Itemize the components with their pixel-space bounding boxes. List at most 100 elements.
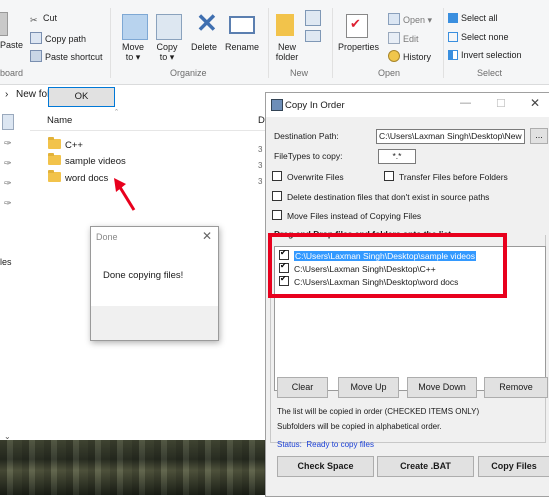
date-cells: 333 (258, 145, 263, 186)
destination-label: Destination Path: (274, 131, 339, 141)
open-group-label: Open (378, 68, 401, 78)
close-icon[interactable]: ✕ (202, 229, 212, 243)
paste-shortcut-icon (30, 50, 42, 62)
select-none-icon (448, 32, 458, 42)
copy-files-button[interactable]: Copy Files (478, 456, 549, 477)
close-icon[interactable]: ✕ (530, 96, 540, 110)
pin-icon: ✑ (4, 178, 12, 188)
delete-button[interactable]: Delete (191, 42, 217, 52)
copy-path-icon (30, 32, 42, 44)
name-column-header[interactable]: Name (47, 115, 72, 126)
invert-selection-button[interactable]: Invert selection (448, 50, 522, 60)
pin-icon: ✑ (4, 198, 12, 208)
maximize-icon[interactable]: ☐ (496, 97, 506, 110)
checkbox-icon (384, 171, 394, 181)
done-dialog: Done ✕ Done copying files! (90, 226, 219, 341)
rename-button[interactable]: Rename (225, 42, 259, 52)
new-folder-icon (276, 14, 294, 36)
history-icon (388, 50, 400, 62)
browse-button[interactable]: ... (530, 128, 548, 144)
dialog-title: Done (96, 232, 118, 242)
remove-button[interactable]: Remove (484, 377, 548, 398)
checkbox-icon (272, 210, 282, 220)
paste-shortcut-button[interactable]: Paste shortcut (30, 50, 103, 62)
new-folder-button[interactable]: New folder (274, 42, 300, 62)
copy-path-button[interactable]: Copy path (30, 32, 86, 44)
minimize-icon[interactable]: — (460, 97, 471, 109)
status-text: Status: Ready to copy files (277, 440, 374, 449)
edit-icon (388, 32, 400, 44)
rename-icon (229, 16, 255, 34)
edit-button[interactable]: Edit (388, 32, 419, 44)
overwrite-checkbox[interactable]: Overwrite Files (272, 171, 344, 182)
open-button[interactable]: Open ▾ (388, 13, 432, 26)
select-all-button[interactable]: Select all (448, 13, 498, 23)
column-header: Name ˆ D (30, 108, 270, 131)
properties-icon: ✔ (346, 14, 368, 38)
move-instead-checkbox[interactable]: Move Files instead of Copying Files (272, 210, 421, 221)
date-column-header[interactable]: D (258, 115, 265, 126)
new-item-icon (305, 10, 321, 26)
dialog-footer (91, 306, 218, 340)
delete-icon: ✕ (196, 8, 218, 38)
paste-icon (0, 12, 8, 36)
select-all-icon (448, 13, 458, 23)
move-down-button[interactable]: Move Down (407, 377, 477, 398)
filetypes-label: FileTypes to copy: (274, 151, 343, 161)
open-icon (388, 13, 400, 25)
window-title: Copy In Order (285, 100, 345, 111)
list-item[interactable]: sample videos (48, 153, 126, 171)
divider (268, 8, 269, 78)
divider (443, 8, 444, 78)
create-bat-button[interactable]: Create .BAT (377, 456, 474, 477)
move-to-button[interactable]: Move to ▾ (118, 42, 148, 63)
clipboard-group-label: board (0, 68, 24, 78)
breadcrumb[interactable]: › New folder (2) › (0, 86, 270, 104)
select-group-label: Select (477, 68, 503, 78)
organize-group-label: Organize (170, 68, 207, 78)
new-group-label: New (290, 68, 309, 78)
divider (332, 8, 333, 78)
chevron-right-icon: › (5, 89, 9, 100)
select-none-button[interactable]: Select none (448, 32, 509, 42)
paste-button[interactable]: Paste (0, 12, 24, 50)
highlight-box (268, 233, 507, 298)
move-to-icon (122, 14, 148, 40)
scroll-up-arrow[interactable] (2, 114, 14, 130)
check-space-button[interactable]: Check Space (277, 456, 374, 477)
note-checked-items: The list will be copied in order (CHECKE… (277, 407, 480, 416)
app-icon (271, 99, 283, 111)
list-item[interactable]: word docs (48, 170, 108, 188)
pin-icon: ✑ (4, 158, 12, 168)
destination-path-field[interactable]: C:\Users\Laxman Singh\Desktop\New (376, 129, 525, 144)
folder-icon (48, 170, 61, 182)
pin-icon: ✑ (4, 138, 12, 148)
folder-icon (48, 137, 61, 149)
divider (110, 8, 111, 78)
copy-to-button[interactable]: Copy to ▾ (152, 42, 182, 63)
checkbox-icon (272, 171, 282, 181)
move-up-button[interactable]: Move Up (338, 377, 399, 398)
transfer-before-checkbox[interactable]: Transfer Files before Folders (384, 171, 508, 182)
filetypes-field[interactable]: *.* (378, 149, 416, 164)
nav-item-label[interactable]: les (0, 257, 12, 267)
folder-icon (48, 153, 61, 165)
cut-button[interactable]: ✂ Cut (30, 13, 57, 25)
red-arrow-icon (114, 178, 136, 211)
properties-button[interactable]: Properties (338, 42, 379, 52)
navigation-pane[interactable]: ✑ ✑ ✑ ✑ les ⌄ (0, 106, 18, 441)
copy-to-icon (156, 14, 182, 40)
clear-button[interactable]: Clear (277, 377, 328, 398)
ok-button[interactable]: OK (48, 87, 115, 107)
ribbon: Paste ✂ Cut Copy path Paste shortcut boar… (0, 0, 549, 85)
dialog-message: Done copying files! (103, 270, 184, 281)
history-button[interactable]: History (388, 50, 431, 62)
sort-up-icon: ˆ (115, 108, 118, 118)
note-subfolders: Subfolders will be copied in alphabetica… (277, 422, 442, 431)
title-bar[interactable]: Copy In Order — ☐ ✕ (266, 93, 549, 117)
easy-access-icon (305, 30, 321, 42)
delete-destination-checkbox[interactable]: Delete destination files that don't exis… (272, 191, 489, 202)
invert-selection-icon (448, 50, 458, 60)
scissors-icon: ✂ (30, 15, 38, 25)
paste-label: Paste (0, 40, 24, 50)
